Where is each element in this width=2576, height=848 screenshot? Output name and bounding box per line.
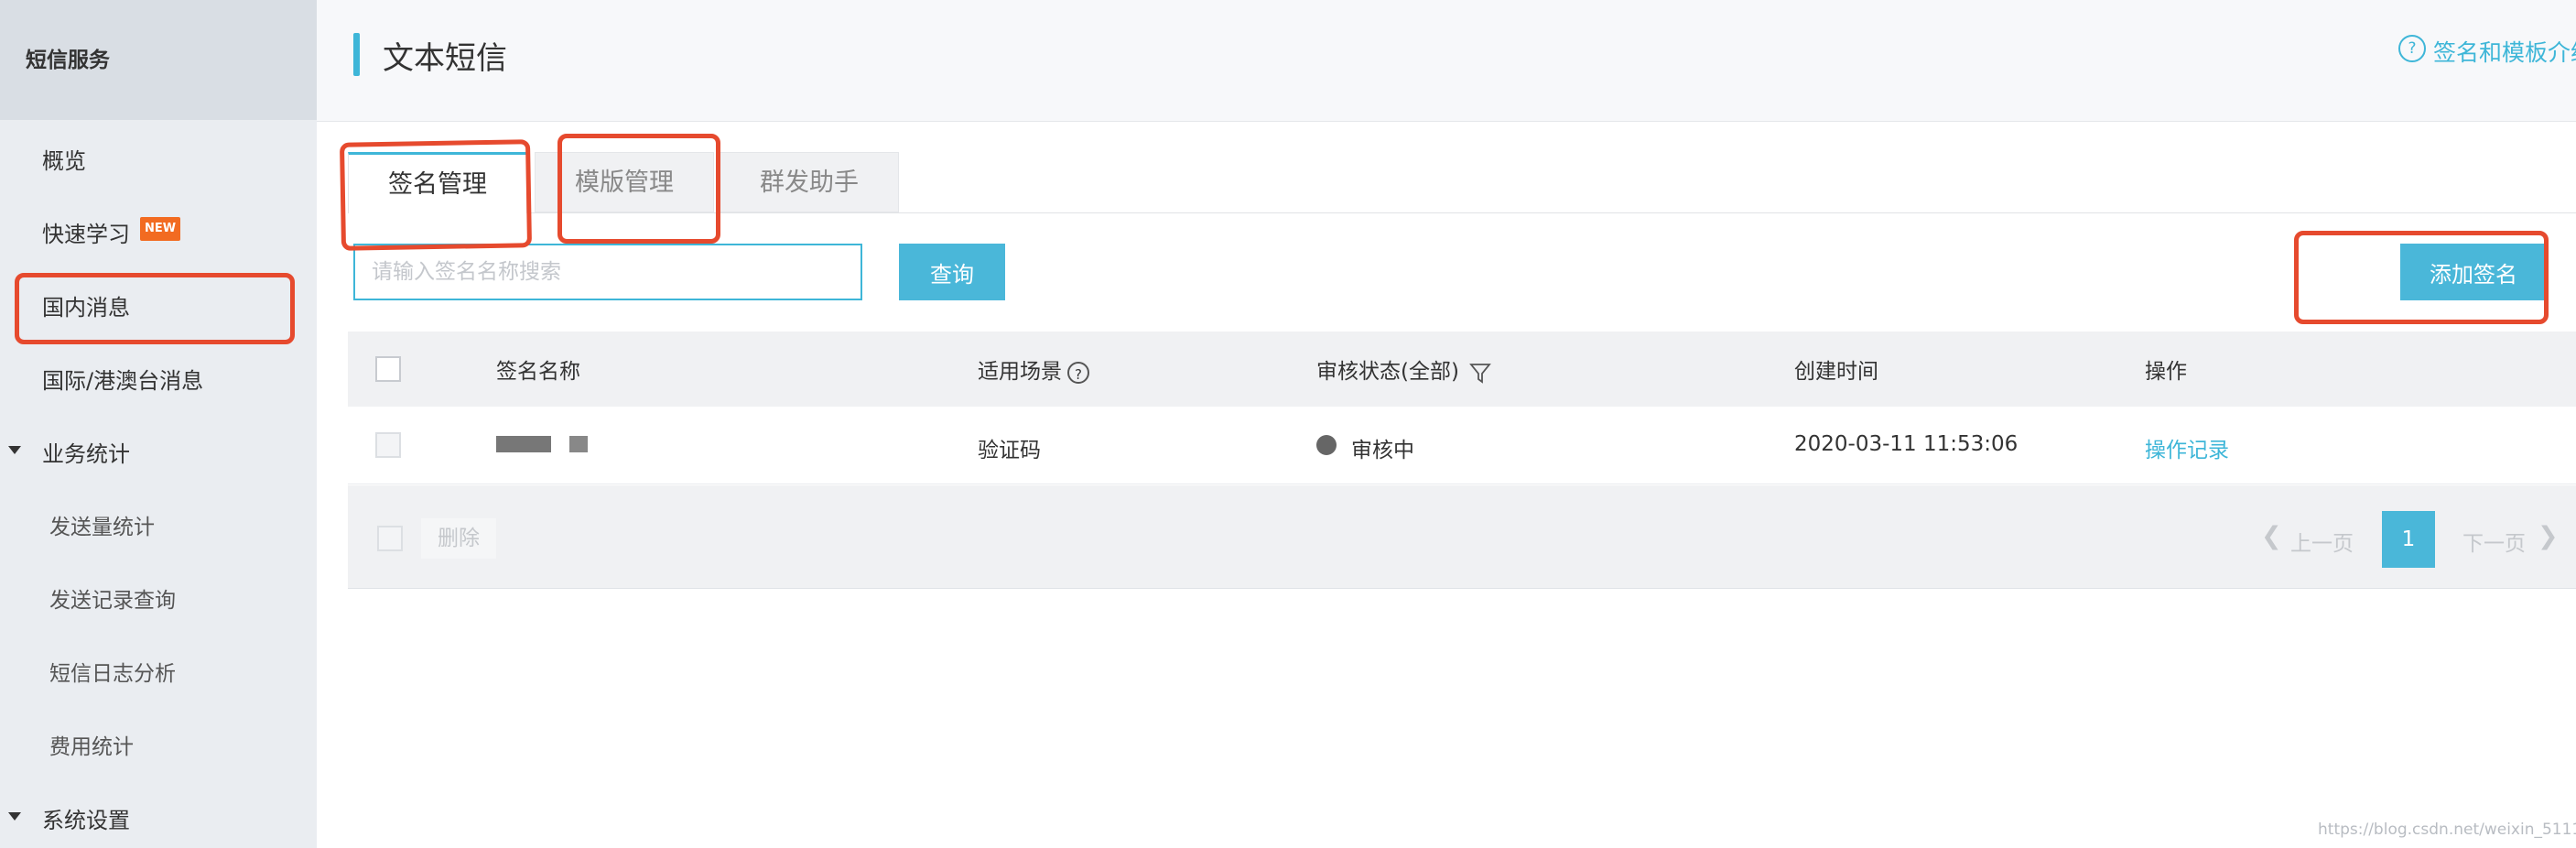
sidebar-header: 短信服务 <box>0 0 317 120</box>
redacted-signature-name-part <box>569 436 588 452</box>
select-all-checkbox[interactable] <box>375 356 401 382</box>
footer-select-checkbox[interactable] <box>377 526 403 551</box>
sidebar-item-cost-stats[interactable]: 费用统计 <box>49 729 134 760</box>
table-footer: 删除 ❮ 上一页 1 下一页 ❯ <box>348 485 2576 589</box>
sidebar-title: 短信服务 <box>26 49 110 72</box>
new-badge: NEW <box>140 217 180 241</box>
annotation-box-template-tab <box>557 134 720 244</box>
title-accent-bar <box>353 33 360 76</box>
column-scene-label: 适用场景 <box>978 360 1062 384</box>
annotation-box-domestic <box>15 273 295 344</box>
help-link[interactable]: 签名和模板介绍 <box>2433 35 2576 68</box>
next-page-button[interactable]: 下一页 <box>2462 526 2526 557</box>
column-review-status-label: 审核状态(全部) <box>1316 360 1459 384</box>
tab-bulk-assistant[interactable]: 群发助手 <box>720 152 899 212</box>
column-scene: 适用场景? <box>978 353 1089 385</box>
sidebar-item-quick-learn[interactable]: 快速学习 <box>42 216 130 248</box>
page-1-button[interactable]: 1 <box>2382 511 2435 568</box>
chevron-left-icon[interactable]: ❮ <box>2261 522 2282 550</box>
table-row: 验证码 审核中 2020-03-11 11:53:06 操作记录 <box>348 407 2576 484</box>
sidebar-item-overview[interactable]: 概览 <box>42 143 86 175</box>
column-created-time: 创建时间 <box>1794 360 1878 384</box>
operation-log-link[interactable]: 操作记录 <box>2145 432 2229 463</box>
row-checkbox[interactable] <box>375 432 401 458</box>
sidebar-group-settings[interactable]: 系统设置 <box>42 802 130 834</box>
caret-down-icon[interactable] <box>8 446 21 454</box>
sidebar-group-stats[interactable]: 业务统计 <box>42 436 130 468</box>
filter-icon[interactable] <box>1469 362 1492 384</box>
sidebar: 短信服务 概览 快速学习 NEW 国内消息 国际/港澳台消息 业务统计 发送量统… <box>0 0 317 848</box>
help-circle-icon[interactable]: ? <box>2398 35 2426 62</box>
row-status: 审核中 <box>1351 439 1414 462</box>
sidebar-item-send-records[interactable]: 发送记录查询 <box>49 582 176 614</box>
row-scene: 验证码 <box>978 439 1041 462</box>
question-icon[interactable]: ? <box>1067 361 1089 384</box>
page-title: 文本短信 <box>383 40 507 77</box>
chevron-right-icon[interactable]: ❯ <box>2538 522 2559 550</box>
row-created-time: 2020-03-11 11:53:06 <box>1794 432 2019 456</box>
sidebar-item-international[interactable]: 国际/港澳台消息 <box>42 363 203 395</box>
sidebar-item-send-stats[interactable]: 发送量统计 <box>49 509 155 540</box>
page-header <box>317 0 2576 122</box>
annotation-box-add-signature <box>2294 231 2549 324</box>
prev-page-button[interactable]: 上一页 <box>2290 526 2354 557</box>
column-signature-name: 签名名称 <box>496 360 580 384</box>
watermark: https://blog.csdn.net/weixin_51116182 <box>2318 821 2576 839</box>
caret-down-icon[interactable] <box>8 812 21 821</box>
redacted-signature-name <box>496 436 551 452</box>
column-review-status[interactable]: 审核状态(全部) <box>1316 353 1492 385</box>
signature-search-input[interactable] <box>353 244 862 300</box>
annotation-box-signature-tab <box>339 139 533 251</box>
sidebar-item-log-analysis[interactable]: 短信日志分析 <box>49 656 176 687</box>
delete-button[interactable]: 删除 <box>421 518 496 559</box>
column-actions: 操作 <box>2145 360 2187 384</box>
table-header: 签名名称 适用场景? 审核状态(全部) 创建时间 操作 <box>348 332 2576 407</box>
query-button[interactable]: 查询 <box>899 244 1005 300</box>
status-dot-icon <box>1316 435 1337 455</box>
